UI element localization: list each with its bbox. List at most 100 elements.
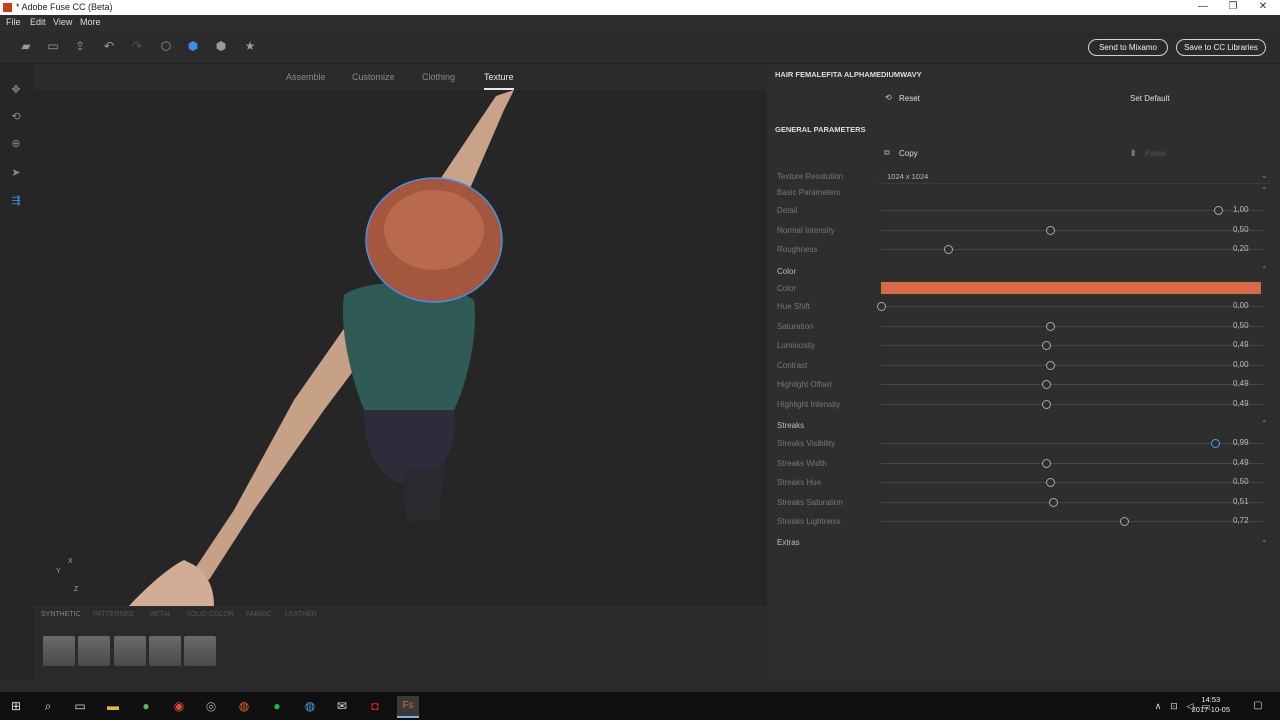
slider-thumb[interactable] — [1048, 497, 1058, 507]
file-explorer-icon[interactable]: ▬ — [105, 698, 121, 714]
windows-start-icon[interactable]: ⊞ — [8, 698, 24, 714]
material-tab-fabric[interactable]: FABRIC — [246, 611, 271, 618]
restore-button[interactable]: ❐ — [1223, 1, 1243, 12]
slider-thumb[interactable] — [1045, 225, 1055, 235]
material-tab-synthetic[interactable]: SYNTHETIC — [41, 611, 81, 618]
tab-customize[interactable]: Customize — [352, 72, 395, 82]
search-icon[interactable]: ⌕ — [40, 698, 56, 714]
chevron-down-icon[interactable]: ⌄ — [1261, 535, 1268, 544]
export-icon[interactable]: ⇪ — [73, 39, 87, 53]
texture-resolution-select[interactable]: 1024 x 1024 ⌄ — [879, 168, 1271, 184]
menu-edit[interactable]: Edit — [30, 17, 46, 27]
slider-track[interactable] — [881, 345, 1263, 346]
slider-thumb[interactable] — [1042, 399, 1052, 409]
rotate-tool-icon[interactable]: ⟲ — [9, 110, 23, 124]
redo-icon[interactable]: ↷ — [130, 39, 144, 53]
slider-thumb[interactable] — [1119, 517, 1129, 526]
spotify-icon[interactable]: ● — [269, 698, 285, 714]
material-swatch[interactable] — [114, 636, 146, 666]
target-tool-icon[interactable]: ⊕ — [9, 137, 23, 151]
material-tab-solid-color[interactable]: SOLID COLOR — [186, 611, 234, 618]
copy-icon[interactable]: ⧉ — [884, 148, 890, 158]
tray-chevron-icon[interactable]: ∧ — [1150, 698, 1166, 714]
steam-icon[interactable]: ◎ — [203, 698, 219, 714]
slider-thumb[interactable] — [1042, 341, 1052, 350]
slider-track[interactable] — [881, 521, 1263, 522]
slider-thumb[interactable] — [1210, 439, 1220, 448]
slider-thumb[interactable] — [1042, 458, 1052, 468]
slider-track[interactable] — [881, 501, 1263, 503]
creative-cloud-icon[interactable]: ◘ — [367, 698, 383, 714]
network-icon[interactable]: ⊡ — [1166, 698, 1182, 714]
move-tool-icon[interactable]: ✥ — [9, 83, 23, 97]
close-button[interactable]: ✕ — [1253, 1, 1273, 12]
slider-track[interactable] — [881, 443, 1263, 444]
menu-view[interactable]: View — [53, 17, 72, 27]
material-swatch[interactable] — [149, 636, 181, 666]
material-swatch[interactable] — [184, 636, 216, 666]
menu-more[interactable]: More — [80, 17, 101, 27]
select-tool-icon[interactable]: ➤ — [9, 166, 23, 180]
slider-track[interactable] — [881, 210, 1263, 211]
mail-icon[interactable]: ✉ — [334, 698, 350, 714]
slider-track[interactable] — [881, 229, 1263, 231]
undo-icon[interactable]: ↶ — [102, 39, 116, 53]
color-swatch-bar[interactable] — [881, 282, 1261, 294]
save-to-cc-libraries-button[interactable]: Save to CC Libraries — [1176, 39, 1266, 56]
minimize-button[interactable]: — — [1193, 1, 1213, 12]
utorrent-icon[interactable]: ● — [138, 698, 154, 714]
material-tab-leather[interactable]: LEATHER — [285, 611, 317, 618]
new-file-icon[interactable]: ▰ — [19, 39, 33, 53]
menu-file[interactable]: File — [6, 17, 21, 27]
slider-thumb[interactable] — [1042, 380, 1052, 389]
open-folder-icon[interactable]: ▭ — [46, 39, 60, 53]
chevron-up-icon[interactable]: ⌃ — [1261, 265, 1268, 274]
3d-viewport[interactable]: Assemble Customize Clothing Texture X Y … — [34, 64, 766, 606]
chevron-up-icon[interactable]: ⌃ — [1261, 419, 1268, 428]
slider-track[interactable] — [881, 325, 1263, 327]
paste-button[interactable]: Paste — [1145, 149, 1165, 158]
send-to-mixamo-button[interactable]: Send to Mixamo — [1088, 39, 1168, 56]
fuse-app-icon[interactable]: Fs — [397, 696, 419, 718]
material-tab-metal[interactable]: METAL — [149, 611, 172, 618]
tab-assemble[interactable]: Assemble — [286, 72, 326, 82]
material-swatch[interactable] — [78, 636, 110, 666]
slider-track[interactable] — [881, 462, 1263, 464]
slider-thumb[interactable] — [1045, 478, 1055, 487]
slider-track[interactable] — [881, 364, 1263, 366]
clock[interactable]: 14:53 2017-10-05 — [1192, 695, 1230, 715]
slider-thumb[interactable] — [877, 302, 886, 311]
slider-thumb[interactable] — [1045, 321, 1055, 331]
slider-track[interactable] — [881, 249, 1263, 250]
cube-solid-icon[interactable]: ⬢ — [186, 39, 200, 53]
slider-thumb[interactable] — [1214, 206, 1223, 215]
slider-track[interactable] — [881, 482, 1263, 483]
reset-button[interactable]: Reset — [899, 94, 920, 103]
cube-textured-icon[interactable]: ⬢ — [214, 39, 228, 53]
app-globe-icon[interactable]: ◍ — [302, 698, 318, 714]
task-view-icon[interactable]: ▭ — [72, 698, 88, 714]
character-model[interactable] — [34, 90, 766, 606]
mode-tabs: Assemble Customize Clothing Texture — [34, 64, 766, 90]
notifications-icon[interactable]: ▢ — [1250, 698, 1266, 714]
slider-track[interactable] — [881, 384, 1263, 385]
paste-icon[interactable]: ▮ — [1131, 148, 1135, 157]
slider-track[interactable] — [881, 306, 1263, 307]
material-swatch[interactable] — [43, 636, 75, 666]
slider-track[interactable] — [881, 403, 1263, 405]
chevron-up-icon[interactable]: ⌃ — [1261, 186, 1268, 195]
favorite-star-icon[interactable]: ★ — [243, 39, 257, 53]
param-value: 0,49 — [1233, 398, 1249, 408]
tab-texture[interactable]: Texture — [484, 72, 514, 82]
reset-icon[interactable]: ⟲ — [885, 93, 892, 102]
material-tab-patterned[interactable]: PATTERNED — [93, 611, 134, 618]
copy-button[interactable]: Copy — [899, 149, 918, 158]
set-default-button[interactable]: Set Default — [1130, 94, 1170, 103]
slider-thumb[interactable] — [944, 245, 954, 254]
tab-clothing[interactable]: Clothing — [422, 72, 455, 82]
texture-tool-icon[interactable]: ⇶ — [9, 194, 23, 208]
slider-thumb[interactable] — [1045, 360, 1055, 370]
chrome-icon[interactable]: ◉ — [171, 698, 187, 714]
origin-icon[interactable]: ◍ — [236, 698, 252, 714]
cube-wire-icon[interactable]: ⬡ — [159, 39, 173, 53]
